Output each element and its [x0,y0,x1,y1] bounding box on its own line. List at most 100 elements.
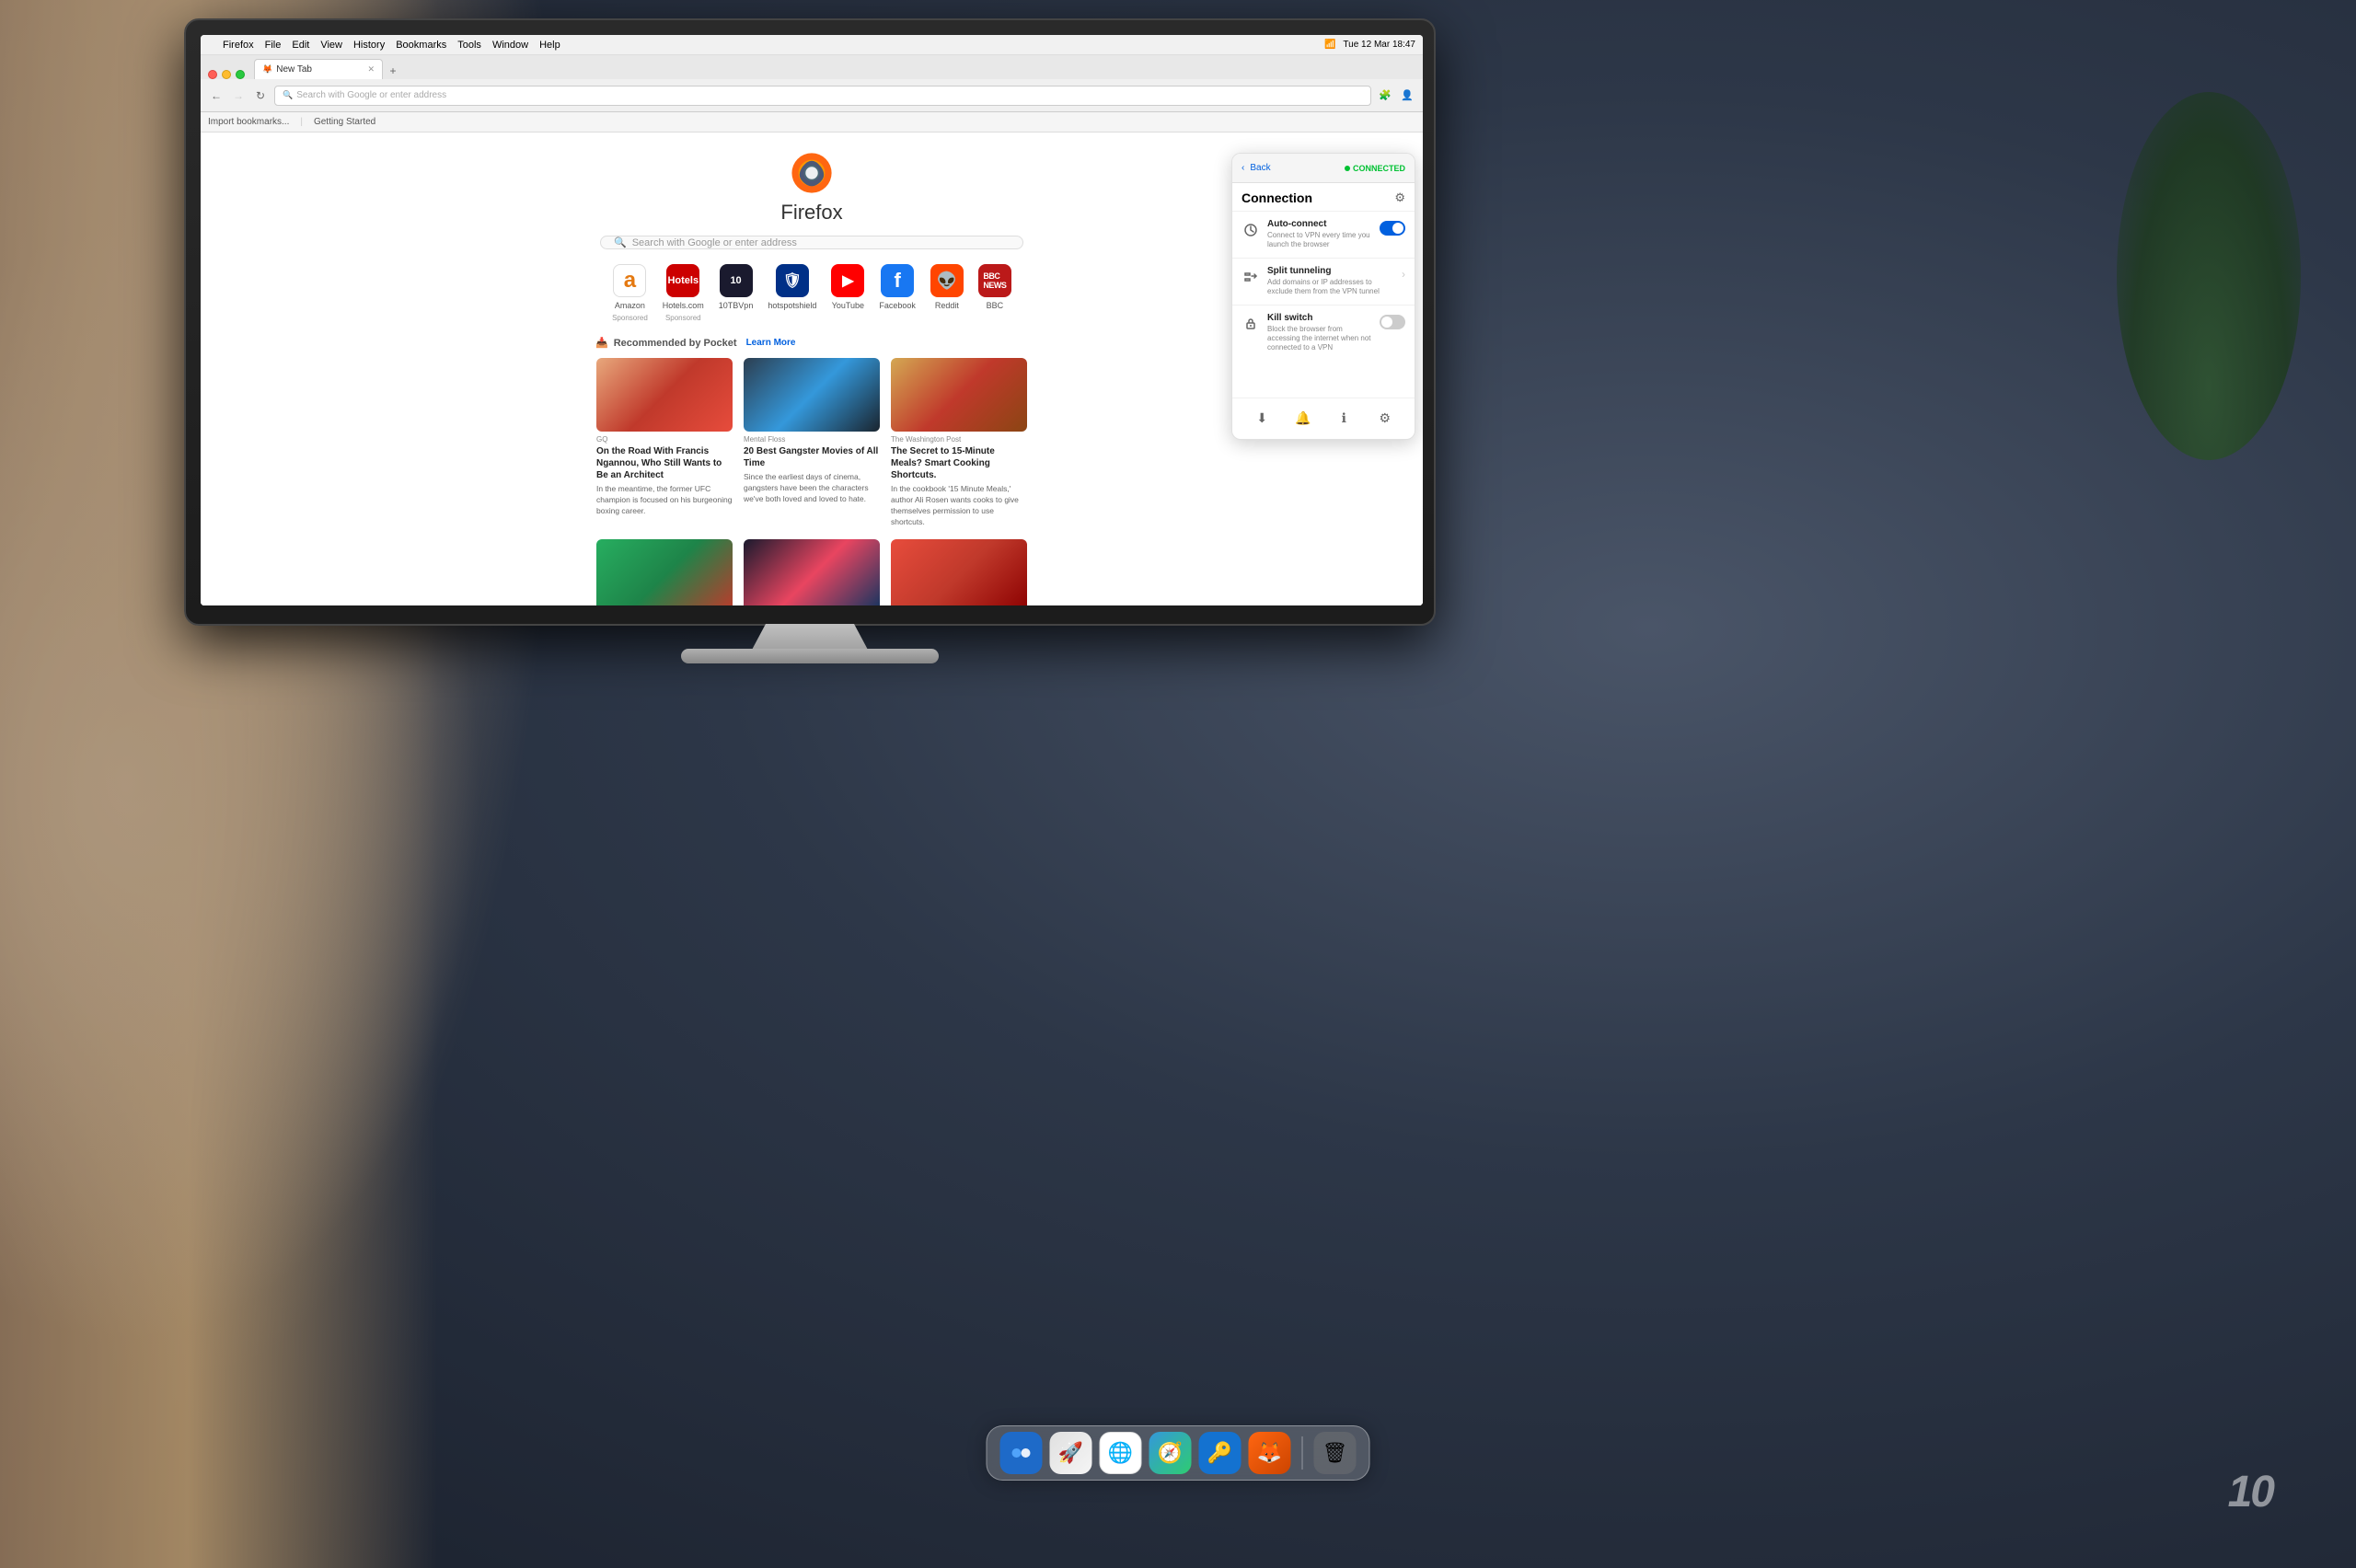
vpn-footer: ⬇ 🔔 ℹ ⚙ [1232,398,1415,439]
article-card-3[interactable]: The Washington Post The Secret to 15-Min… [891,358,1027,528]
split-tunnel-info: Split tunneling Add domains or IP addres… [1267,266,1394,297]
article-excerpt-3: In the cookbook '15 Minute Meals,' autho… [891,484,1027,528]
learn-more-link[interactable]: Learn More [746,338,796,348]
vpn-spacer [1232,361,1415,398]
dock-finder[interactable] [1000,1432,1043,1474]
forward-button[interactable]: → [230,87,247,104]
article-excerpt-1: In the meantime, the former UFC champion… [596,484,733,517]
dock-safari[interactable]: 🧭 [1149,1432,1192,1474]
kill-switch-info: Kill switch Block the browser from acces… [1267,313,1372,353]
back-button[interactable]: ← [208,87,225,104]
article-title-2: 20 Best Gangster Movies of All Time [744,445,880,469]
shortcut-facebook-label: Facebook [879,301,916,310]
vpn-title-row: Connection ⚙ [1232,183,1415,211]
kill-switch-toggle[interactable] [1380,315,1405,329]
shortcut-10tbvpn[interactable]: 10 10TBVpn [719,264,754,322]
menu-view[interactable]: View [320,40,342,51]
shortcut-reddit[interactable]: 👽 Reddit [930,264,964,322]
firefox-logo [790,151,834,195]
article-card-1[interactable]: GQ On the Road With Francis Ngannou, Who… [596,358,733,528]
facebook-icon: f [881,264,914,297]
vpn-notifications-button[interactable]: 🔔 [1290,406,1316,432]
autoconnect-toggle[interactable] [1380,221,1405,236]
article-card-2[interactable]: Mental Floss 20 Best Gangster Movies of … [744,358,880,528]
menubar: Firefox File Edit View History Bookmarks… [201,35,1423,55]
vpn-kill-switch-row: Kill switch Block the browser from acces… [1232,305,1415,361]
connected-label: CONNECTED [1353,164,1405,173]
shortcut-hotspot-label: hotspotshield [768,301,816,310]
shortcut-bbc-label: BBC [987,301,1004,310]
bookmark-getting-started[interactable]: Getting Started [314,117,375,127]
shortcut-youtube[interactable]: ▶ YouTube [831,264,864,322]
bookmarks-bar: Import bookmarks... | Getting Started [201,112,1423,133]
vpn-connected-badge: CONNECTED [1345,164,1405,173]
hotels-icon: Hotels [666,264,699,297]
pocket-logo: 📥 [595,337,608,349]
bookmark-import[interactable]: Import bookmarks... [208,117,289,127]
browser-tab-active[interactable]: 🦊 New Tab ✕ [254,59,383,79]
article-thumb-5 [744,539,880,605]
watermark-logo: 10 [2228,1467,2273,1517]
menu-history[interactable]: History [353,40,385,51]
vpn-split-tunnel-row[interactable]: Split tunneling Add domains or IP addres… [1232,258,1415,305]
imac-base [681,649,939,663]
dock-chrome[interactable]: 🌐 [1100,1432,1142,1474]
vpn-info-button[interactable]: ℹ [1331,406,1357,432]
shortcuts-row: a Amazon Sponsored Hotels Hotels.com Spo… [612,264,1011,322]
autoconnect-info: Auto-connect Connect to VPN every time y… [1267,219,1372,250]
menu-file[interactable]: File [265,40,282,51]
imac-stand [736,624,884,651]
article-card-5[interactable]: The New Yorker My Anxiety Is what's wron… [744,539,880,605]
dock-launchpad[interactable]: 🚀 [1050,1432,1092,1474]
close-button[interactable] [208,70,217,79]
extensions-button[interactable]: 🧩 [1377,87,1393,104]
article-thumb-1 [596,358,733,432]
kill-switch-desc: Block the browser from accessing the int… [1267,325,1372,353]
menu-tools[interactable]: Tools [457,40,481,51]
split-tunnel-icon [1242,268,1260,286]
shortcut-amazon[interactable]: a Amazon Sponsored [612,264,648,322]
url-bar[interactable]: 🔍 Search with Google or enter address [274,86,1371,106]
menu-help[interactable]: Help [539,40,560,51]
article-card-4[interactable]: The Guardian Rage, Waste and Corruption:… [596,539,733,605]
dock-1password[interactable]: 🔑 [1199,1432,1242,1474]
vpn-download-button[interactable]: ⬇ [1249,406,1275,432]
menu-edit[interactable]: Edit [292,40,309,51]
reload-button[interactable]: ↻ [252,87,269,104]
article-card-6[interactable]: Outside Magazine 7 of the Best Outdoor G… [891,539,1027,605]
pocket-header: 📥 Recommended by Pocket Learn More [595,337,1028,349]
article-title-1: On the Road With Francis Ngannou, Who St… [596,445,733,481]
article-thumb-4 [596,539,733,605]
vpn-panel-title: Connection [1242,190,1312,205]
article-thumb-2 [744,358,880,432]
search-placeholder: Search with Google or enter address [632,237,797,248]
new-tab-button[interactable]: + [385,63,401,79]
vpn-settings-gear-icon[interactable]: ⚙ [1394,190,1405,205]
shortcut-bbc[interactable]: BBCNEWS BBC [978,264,1011,322]
app-name[interactable]: Firefox [223,40,254,51]
url-text: Search with Google or enter address [296,90,446,100]
account-button[interactable]: 👤 [1399,87,1415,104]
vpn-settings-button[interactable]: ⚙ [1372,406,1398,432]
menubar-time: Tue 12 Mar 18:47 [1343,40,1415,50]
back-chevron-icon: ‹ [1242,163,1244,173]
vpn10-icon: 10 [720,264,753,297]
imac-screen: Firefox File Edit View History Bookmarks… [201,35,1423,605]
bbc-icon: BBCNEWS [978,264,1011,297]
minimize-button[interactable] [222,70,231,79]
menu-window[interactable]: Window [492,40,528,51]
dock-trash[interactable]: 🗑 [1314,1432,1357,1474]
menubar-wifi-icon: 📶 [1324,40,1335,50]
pocket-title: Recommended by Pocket [614,338,737,349]
shortcut-hotels[interactable]: Hotels Hotels.com Sponsored [663,264,704,322]
maximize-button[interactable] [236,70,245,79]
dock-firefox[interactable]: 🦊 [1249,1432,1291,1474]
search-bar[interactable]: 🔍 Search with Google or enter address [600,236,1023,249]
shortcut-facebook[interactable]: f Facebook [879,264,916,322]
reddit-icon: 👽 [930,264,964,297]
shortcut-hotspot[interactable]: 🛡 hotspotshield [768,264,816,322]
imac-bezel: Firefox File Edit View History Bookmarks… [184,18,1436,626]
shortcut-hotels-sublabel: Sponsored [665,314,701,322]
vpn-back-button[interactable]: Back [1250,163,1270,173]
menu-bookmarks[interactable]: Bookmarks [396,40,446,51]
